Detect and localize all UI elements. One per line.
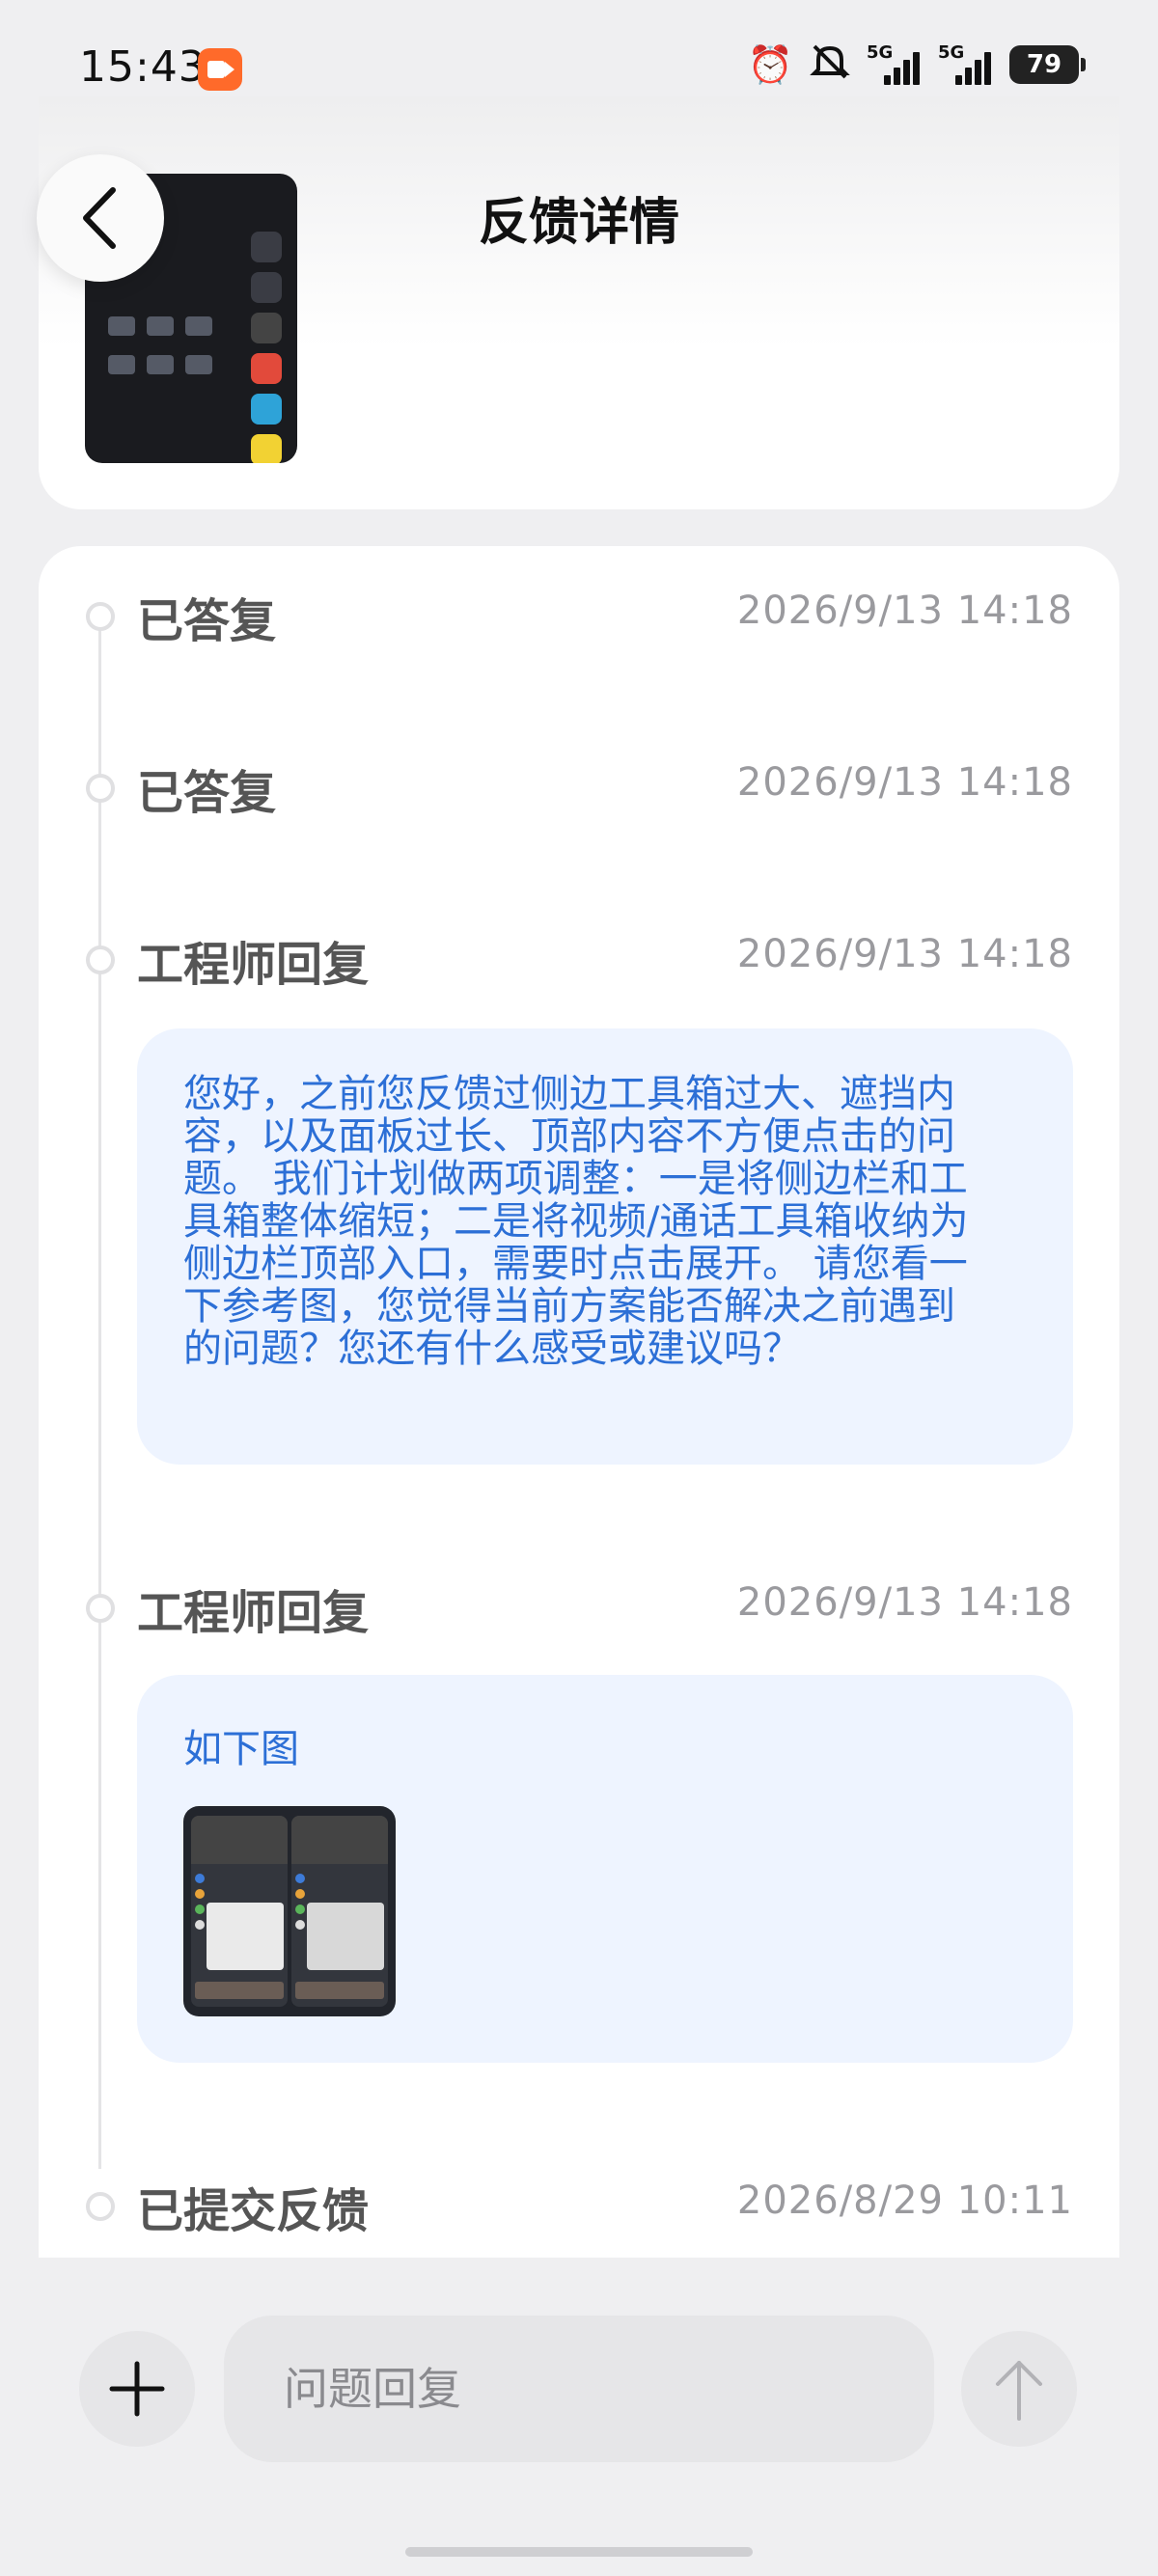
timeline-time: 2026/9/13 14:18 <box>736 932 1073 976</box>
battery-icon: 79 <box>1009 45 1086 84</box>
timeline-status: 已答复 <box>137 766 277 820</box>
timeline-status: 已答复 <box>137 594 277 648</box>
timeline-time: 2026/9/13 14:18 <box>736 760 1073 805</box>
timeline-time: 2026/8/29 10:11 <box>736 2179 1073 2223</box>
timeline-dot <box>86 1594 115 1623</box>
screen-record-icon <box>198 48 242 91</box>
send-button[interactable] <box>961 2331 1077 2447</box>
timeline-status: 工程师回复 <box>137 1586 370 1640</box>
reply-message: 如下图 <box>183 1727 299 1771</box>
page-title: 反馈详情 <box>478 194 679 252</box>
timeline-status: 已提交反馈 <box>137 2184 370 2238</box>
timeline-time: 2026/9/13 14:18 <box>736 589 1073 633</box>
mute-bell-icon <box>809 41 851 89</box>
timeline-dot <box>86 2192 115 2221</box>
signal-icon: 5G <box>867 42 923 87</box>
reply-message: 您好，之前您反馈过侧边工具箱过大、遮挡内容，以及面板过长、顶部内容不方便点击的问… <box>183 1072 969 1371</box>
arrow-up-icon <box>996 2361 1042 2421</box>
timeline-dot <box>86 774 115 803</box>
timeline-time: 2026/9/13 14:18 <box>736 1580 1073 1625</box>
status-icons: ⏰ 5G 5G 79 <box>747 41 1086 89</box>
timeline-line <box>98 616 101 2169</box>
plus-icon <box>109 2361 165 2417</box>
signal-icon-2: 5G <box>938 42 994 87</box>
sidebar-dock <box>251 232 291 463</box>
timeline-status: 工程师回复 <box>137 938 370 992</box>
alarm-icon: ⏰ <box>747 43 793 86</box>
add-attachment-button[interactable] <box>79 2331 195 2447</box>
timeline-dot <box>86 602 115 631</box>
timeline-card: 已答复 2026/9/13 14:18 已答复 2026/9/13 14:18 … <box>39 546 1119 2258</box>
reference-image-thumbnail[interactable] <box>183 1806 396 2016</box>
engineer-reply-bubble: 您好，之前您反馈过侧边工具箱过大、遮挡内容，以及面板过长、顶部内容不方便点击的问… <box>137 1028 1073 1465</box>
timeline-dot <box>86 945 115 974</box>
status-time: 15:43 <box>79 42 207 92</box>
engineer-reply-bubble: 如下图 <box>137 1675 1073 2063</box>
reply-input[interactable] <box>224 2316 934 2462</box>
home-indicator[interactable] <box>405 2547 753 2557</box>
